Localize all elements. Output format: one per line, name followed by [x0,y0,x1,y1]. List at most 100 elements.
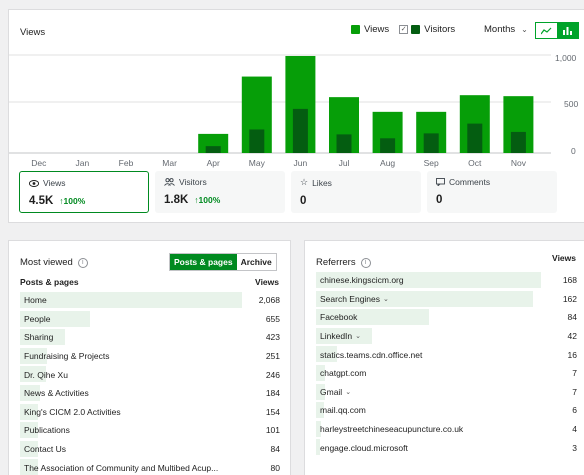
stat-visitors[interactable]: Visitors 1.8K ↑100% [155,171,285,213]
list-item[interactable]: Fundraising & Projects 251 [20,347,280,366]
row-label: King's CICM 2.0 Activities [24,406,121,417]
tab-archive[interactable]: Archive [237,254,276,270]
stat-likes[interactable]: ☆ Likes 0 [291,171,421,213]
row-value: 246 [265,369,280,380]
bar-visitors-jun [292,108,308,153]
y-tick-1000: 1,000 [555,53,577,63]
list-item[interactable]: chatgpt.com 7 [316,364,577,383]
legend-visitors[interactable]: ✓ Visitors [399,24,455,35]
period-select[interactable]: Months ⌄ [484,24,528,35]
views-card: Views Views ✓ Visitors Months ⌄ 1,000 50… [8,9,584,223]
list-item[interactable]: Contact Us 84 [20,440,280,459]
row-value: 6 [572,405,577,416]
row-label-wrap: harleystreetchineseacupuncture.co.uk [316,424,463,434]
chevron-down-icon[interactable]: ⌄ [383,295,389,303]
list-item[interactable]: King's CICM 2.0 Activities 154 [20,403,280,422]
referrers-list: chinese.kingscicm.org 168 Search Engines ⌄ 1… [316,271,577,457]
chart-legend: Views ✓ Visitors [351,24,465,35]
row-label-wrap: Gmail ⌄ [316,387,351,397]
list-item[interactable]: LinkedIn ⌄ 42 [316,327,577,346]
bar-visitors-nov [510,131,526,153]
stat-comments-label-row: Comments [436,177,548,187]
x-tick-label: Jun [293,158,308,168]
legend-views-swatch [351,25,360,34]
legend-visitors-label: Visitors [424,24,456,35]
bar-visitors-jul [336,134,352,153]
row-label: Publications [24,425,70,436]
x-tick-label: Aug [380,158,396,168]
period-select-value: Months [484,24,516,35]
x-tick-label: Dec [31,158,47,168]
stat-likes-label: Likes [312,177,332,188]
row-label-wrap: chatgpt.com [316,368,366,378]
bar-visitors-oct [467,123,483,153]
row-label: Facebook [320,312,358,323]
legend-views[interactable]: Views [351,24,389,35]
views-card-title: Views [20,27,46,38]
row-label: Search Engines [320,293,381,304]
tab-posts-pages[interactable]: Posts & pages [170,254,237,270]
row-value: 423 [265,332,280,343]
most-viewed-col-right: Views [255,277,279,287]
views-chart-svg [9,54,551,154]
x-tick-label: Apr [206,158,220,168]
row-label: Home [24,295,47,306]
row-label-wrap: mail.qq.com [316,405,366,415]
row-value: 7 [572,368,577,379]
legend-visitors-swatch [411,25,421,34]
chevron-down-icon[interactable]: ⌄ [345,388,351,396]
row-label: News & Activities [24,388,89,399]
list-item[interactable]: Gmail ⌄ 7 [316,383,577,402]
x-tick-label: Nov [510,158,526,168]
referrers-title: Referrers [316,257,356,268]
row-value: 4 [572,424,577,435]
row-label-wrap: Facebook [316,312,357,322]
eye-icon [29,179,39,187]
list-item[interactable]: Dr. Qihe Xu 246 [20,365,280,384]
list-item[interactable]: News & Activities 184 [20,384,280,403]
legend-views-label: Views [364,24,390,35]
people-icon [164,178,175,186]
bar-visitors-apr [205,146,221,153]
stat-views[interactable]: Views 4.5K ↑100% [19,171,149,213]
list-item[interactable]: Sharing 423 [20,328,280,347]
row-label: People [24,313,51,324]
info-icon[interactable]: i [77,257,88,268]
star-icon: ☆ [300,177,309,187]
bar-visitors-sep [423,133,439,153]
x-tick-label: Feb [118,158,134,168]
line-chart-button[interactable] [536,23,557,38]
row-label: chinese.kingscicm.org [320,275,404,286]
bar-chart-button[interactable] [557,23,578,38]
stat-views-label: Views [43,178,66,188]
row-value: 162 [562,293,577,304]
stat-comments[interactable]: Comments 0 [427,171,557,213]
list-item[interactable]: Publications 101 [20,421,280,440]
list-item[interactable]: chinese.kingscicm.org 168 [316,271,577,290]
row-value: 84 [270,444,280,455]
stat-visitors-value: 1.8K [164,194,189,206]
row-value: 3 [572,442,577,453]
list-item[interactable]: harleystreetchineseacupuncture.co.uk 4 [316,420,577,439]
list-item[interactable]: People 655 [20,310,280,329]
list-item[interactable]: Search Engines ⌄ 162 [316,290,577,309]
x-tick-label: Jul [338,158,350,168]
list-item[interactable]: Home 2,068 [20,291,280,310]
most-viewed-title-row: Most viewed i [20,257,88,268]
list-item[interactable]: mail.qq.com 6 [316,401,577,420]
row-value: 655 [265,313,280,324]
row-label-wrap: Search Engines ⌄ [316,294,389,304]
row-value: 16 [567,349,577,360]
most-viewed-list: Home 2,068 People 655 Sharing 423 Fundraising … [20,291,280,475]
list-item[interactable]: statics.teams.cdn.office.net 16 [316,345,577,364]
row-value: 84 [567,312,577,323]
visitors-checkbox[interactable]: ✓ [399,25,409,34]
list-item[interactable]: Facebook 84 [316,308,577,327]
stat-likes-value: 0 [300,195,307,207]
chevron-down-icon[interactable]: ⌄ [355,332,361,340]
info-icon[interactable]: i [360,257,371,268]
chevron-down-icon: ⌄ [521,25,528,34]
most-viewed-tabs: Posts & pages Archive [169,253,277,271]
list-item[interactable]: The Association of Community and Multibe… [20,458,280,475]
list-item[interactable]: engage.cloud.microsoft 3 [316,438,577,457]
